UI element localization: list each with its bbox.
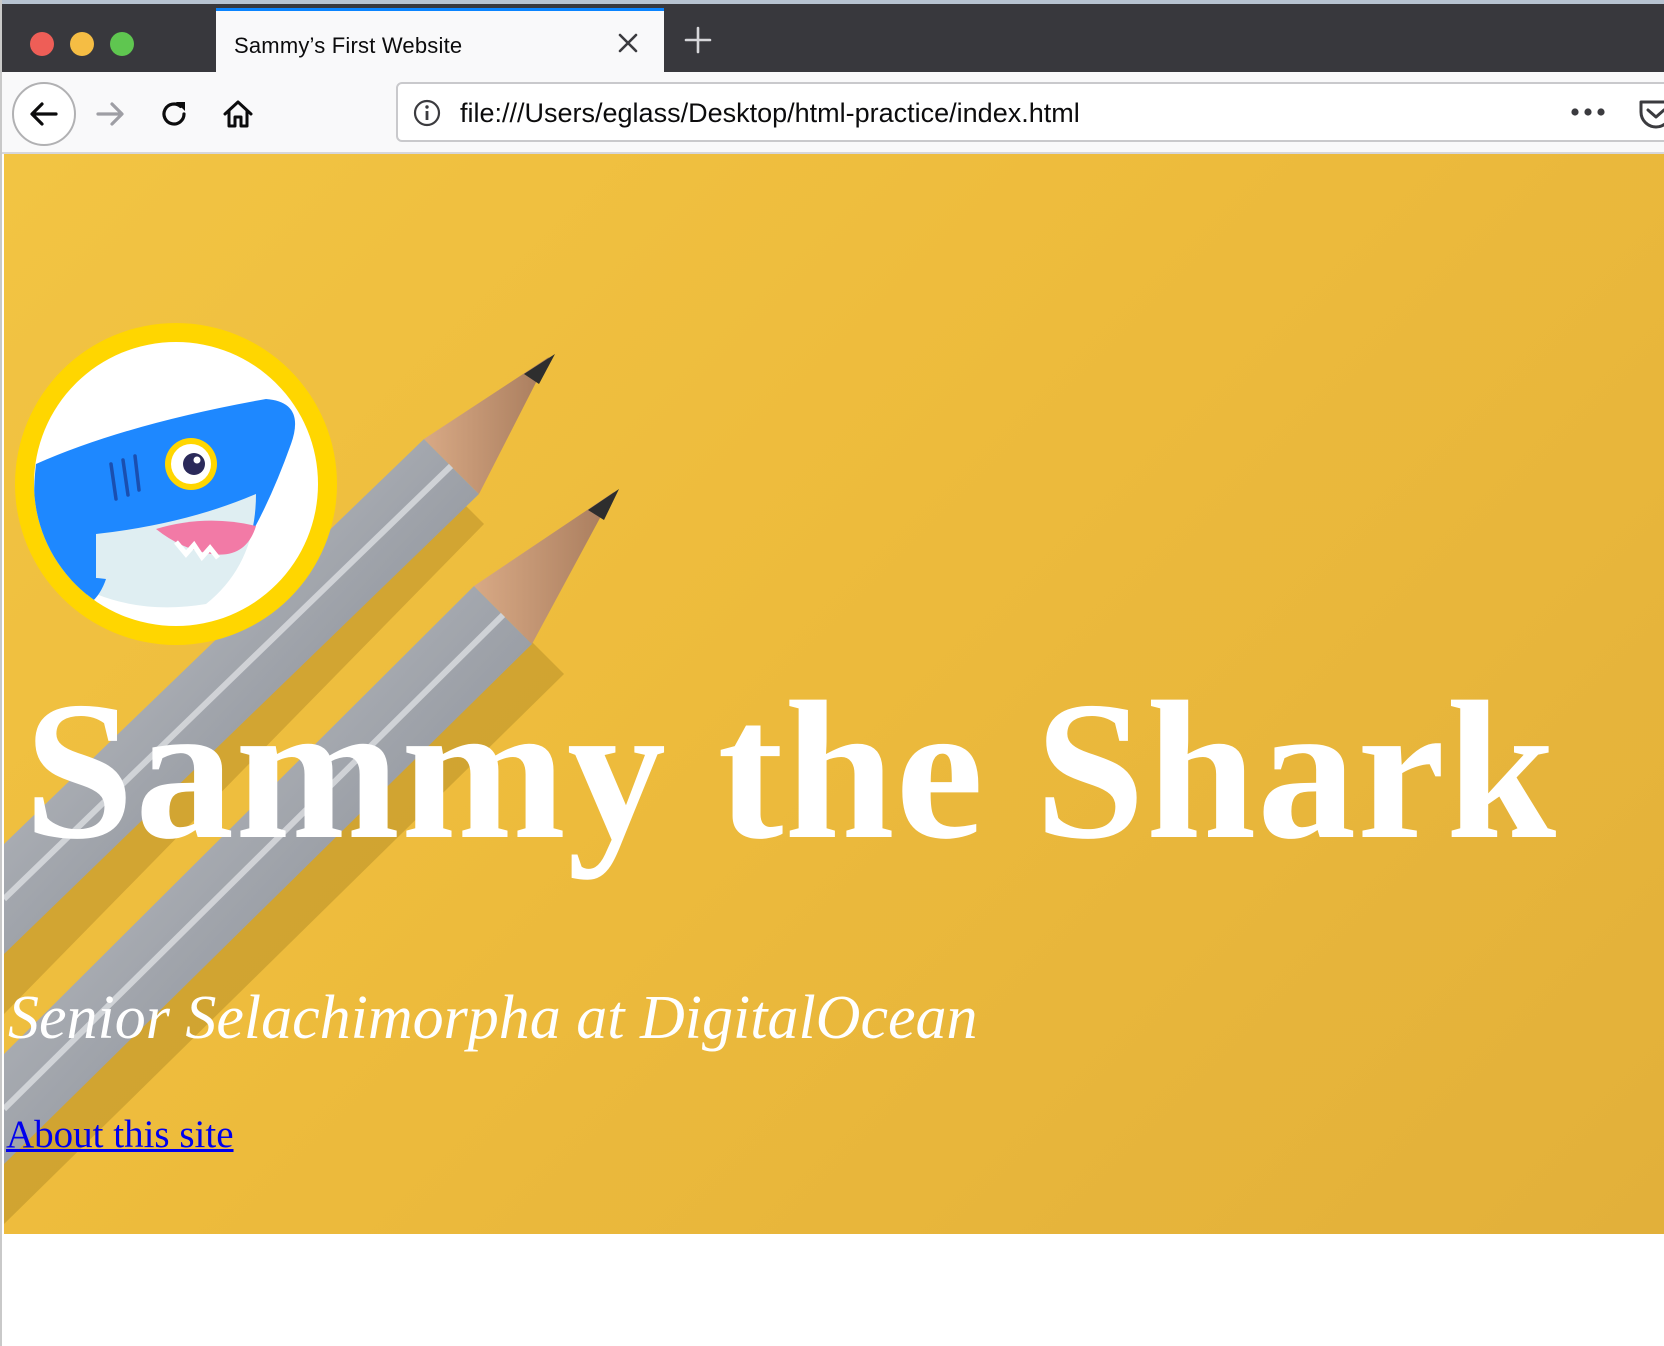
back-button[interactable]: [12, 82, 76, 146]
url-text[interactable]: file:///Users/eglass/Desktop/html-practi…: [460, 98, 1080, 129]
info-icon[interactable]: [412, 98, 442, 128]
page-title: Sammy the Shark: [24, 661, 1558, 880]
close-icon[interactable]: [612, 27, 644, 59]
tab-title: Sammy’s First Website: [234, 33, 463, 58]
window-close-button[interactable]: [30, 32, 54, 56]
tab-strip: Sammy’s First Website: [2, 0, 1664, 76]
forward-arrow-icon: [96, 102, 124, 126]
reload-icon: [162, 102, 186, 126]
home-icon: [223, 100, 253, 128]
plus-icon[interactable]: [682, 24, 714, 56]
forward-button[interactable]: [78, 82, 142, 146]
back-arrow-icon: [30, 102, 58, 126]
about-link[interactable]: About this site: [6, 1112, 234, 1157]
hero-section: Sammy the Shark Senior Selachimorpha at …: [4, 154, 1664, 1234]
more-icon[interactable]: [1568, 100, 1608, 124]
window-maximize-button[interactable]: [110, 32, 134, 56]
page-subtitle: Senior Selachimorpha at DigitalOcean: [8, 984, 978, 1052]
tab-active[interactable]: Sammy’s First Website: [216, 8, 664, 76]
home-button[interactable]: [206, 82, 270, 146]
window-minimize-button[interactable]: [70, 32, 94, 56]
navigation-toolbar: file:///Users/eglass/Desktop/html-practi…: [2, 72, 1664, 154]
page-content: Sammy the Shark Senior Selachimorpha at …: [4, 154, 1664, 1346]
address-bar[interactable]: file:///Users/eglass/Desktop/html-practi…: [396, 82, 1664, 142]
reload-button[interactable]: [142, 82, 206, 146]
pocket-icon[interactable]: [1636, 94, 1664, 134]
shark-avatar-image: [15, 323, 337, 645]
browser-window: Sammy’s First Website file:///Users/egla…: [0, 0, 1664, 1346]
